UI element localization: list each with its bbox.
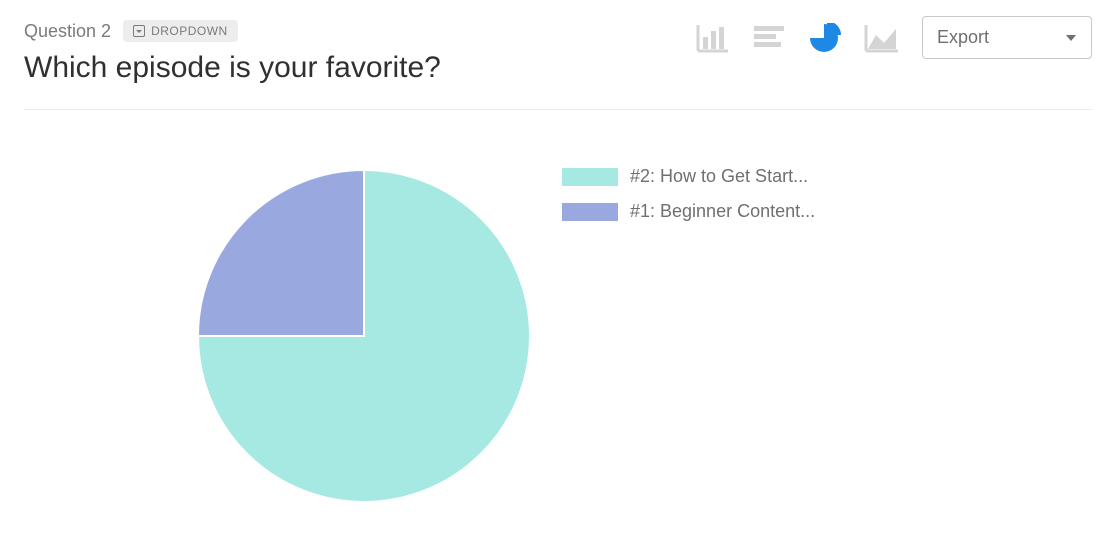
area-chart-icon[interactable] [864,23,900,53]
legend-swatch [562,168,618,186]
question-type-label: DROPDOWN [151,24,228,38]
legend-item[interactable]: #2: How to Get Start... [562,166,815,187]
title-row: Which episode is your favorite? [24,48,1092,110]
legend-item[interactable]: #1: Beginner Content... [562,201,815,222]
question-title: Which episode is your favorite? [24,48,441,87]
chart-controls: Export [696,16,1092,59]
view-type-icons [696,23,900,53]
dropdown-badge-icon [133,25,145,37]
bar-chart-icon[interactable] [696,23,730,53]
question-type-badge: DROPDOWN [123,20,238,42]
pie-chart [194,166,534,506]
pie-slice[interactable] [198,170,364,336]
export-button[interactable]: Export [922,16,1092,59]
chart-area: #2: How to Get Start... #1: Beginner Cont… [24,110,1092,506]
pie-chart-icon[interactable] [808,23,842,53]
legend-label: #2: How to Get Start... [630,166,808,187]
chart-legend: #2: How to Get Start... #1: Beginner Cont… [562,166,815,222]
question-number: Question 2 [24,21,111,42]
legend-swatch [562,203,618,221]
export-button-label: Export [937,27,989,48]
legend-label: #1: Beginner Content... [630,201,815,222]
list-view-icon[interactable] [752,23,786,53]
caret-down-icon [1065,33,1077,43]
